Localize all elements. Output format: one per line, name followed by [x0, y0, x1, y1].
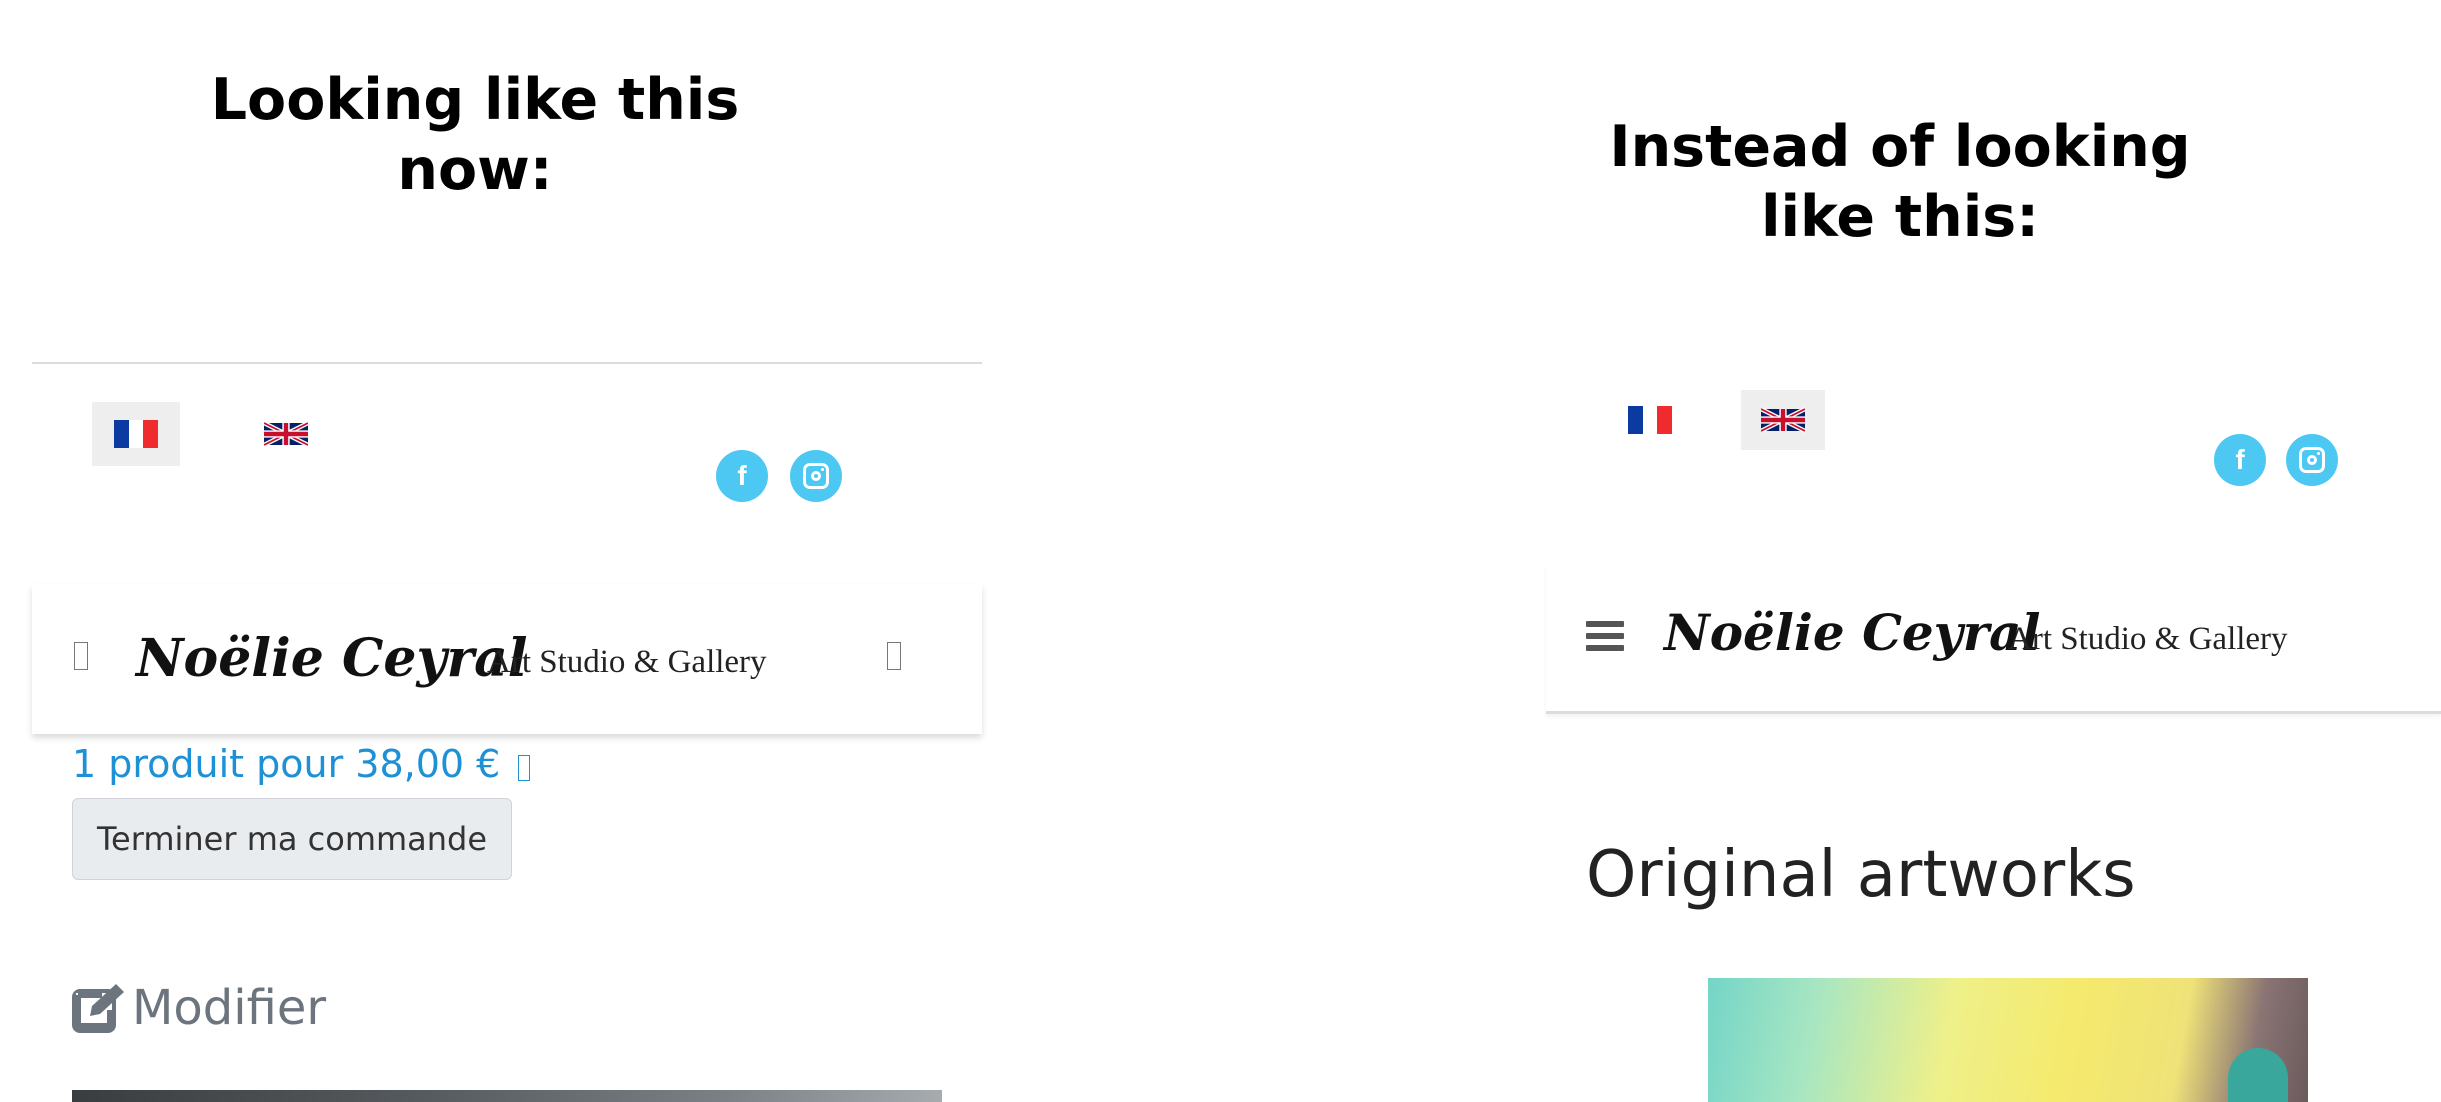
caption-now: Looking like this now:: [210, 67, 740, 203]
checkout-button[interactable]: Terminer ma commande: [72, 798, 512, 880]
language-french-button-expected[interactable]: [1608, 390, 1692, 450]
edit-icon: [72, 984, 124, 1033]
menu-toggle-icon[interactable]: [74, 642, 88, 670]
cart-summary-text: 1 produit pour 38,00 €: [72, 742, 501, 786]
brand-script-name[interactable]: Noëlie Ceyral: [1664, 603, 2040, 662]
facebook-icon[interactable]: f: [2214, 434, 2266, 486]
brand-subtitle: Art Studio & Gallery: [2008, 621, 2288, 657]
language-english-button[interactable]: [242, 402, 330, 466]
cart-summary-link[interactable]: 1 produit pour 38,00 €: [72, 742, 531, 786]
hamburger-menu-icon[interactable]: [1586, 621, 1624, 651]
site-navbar-expected: Noëlie Ceyral Art Studio & Gallery: [1546, 565, 2441, 714]
cart-toggle-icon[interactable]: [887, 642, 901, 670]
flag-uk-icon: [264, 421, 308, 447]
expected-rendering-panel: f Noëlie Ceyral Art Studio & Gallery Ori…: [1546, 370, 2441, 1102]
facebook-icon[interactable]: f: [716, 450, 768, 502]
divider: [32, 362, 982, 364]
instagram-icon[interactable]: [790, 450, 842, 502]
language-english-button-expected[interactable]: [1741, 390, 1825, 450]
artwork-image-top: [72, 1090, 942, 1102]
edit-label: Modifier: [132, 980, 327, 1036]
instagram-glyph: [803, 463, 829, 489]
brand-script-name[interactable]: Noëlie Ceyral: [136, 628, 528, 689]
flag-fr-icon: [114, 420, 159, 448]
site-navbar: Noëlie Ceyral Art Studio & Gallery: [32, 584, 982, 734]
facebook-glyph: f: [2235, 444, 2245, 475]
caption-instead: Instead of looking like this:: [1609, 114, 2191, 250]
edit-link[interactable]: Modifier: [72, 980, 326, 1036]
brand-subtitle: Art Studio & Gallery: [487, 644, 767, 680]
flag-uk-icon: [1761, 407, 1805, 433]
artwork-image[interactable]: [1708, 978, 2308, 1102]
instagram-glyph: [2299, 447, 2325, 473]
facebook-glyph: f: [737, 460, 747, 491]
section-title: Original artworks: [1586, 838, 2136, 912]
language-french-button[interactable]: [92, 402, 180, 466]
current-rendering-panel: f Noëlie Ceyral Art Studio & Gallery 1 p…: [32, 362, 982, 1102]
flag-fr-icon: [1628, 406, 1673, 434]
instagram-icon[interactable]: [2286, 434, 2338, 486]
missing-glyph-icon: [518, 755, 531, 781]
